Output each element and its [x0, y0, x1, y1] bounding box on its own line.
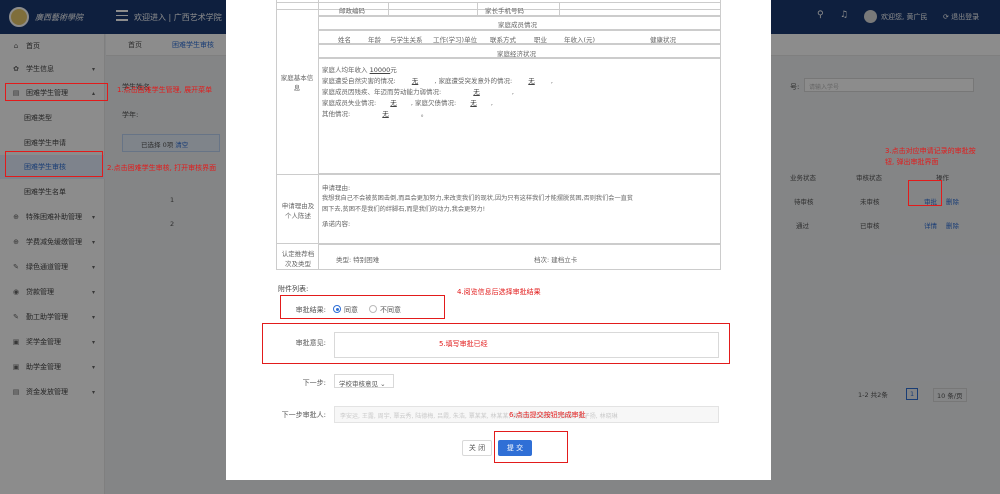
- family-members-header: 家庭成员情况: [498, 21, 537, 29]
- col-work: 工作(学习)单位: [433, 36, 478, 44]
- level-value: 建档立卡: [551, 256, 578, 264]
- col-job: 职业: [534, 36, 547, 44]
- annotation-step-3a: 3.点击对应申请记录的审批按: [885, 147, 976, 155]
- level-label: 档次:: [534, 256, 550, 264]
- col-name: 姓名: [338, 36, 351, 44]
- annotation-box-opinion: [262, 323, 730, 364]
- next-step-select[interactable]: 学校审核意见 ⌄: [334, 374, 394, 388]
- chevron-down-icon: ⌄: [380, 380, 386, 388]
- annotation-step-5: 5.填写审批已经: [439, 340, 488, 348]
- next-step-value: 学校审核意见: [339, 380, 378, 388]
- economic-header: 家庭经济状况: [497, 50, 536, 58]
- close-button[interactable]: 关 闭: [462, 440, 492, 456]
- annotation-box-result: [280, 295, 445, 319]
- annotation-box-approve: [908, 180, 942, 206]
- economic-cell: [318, 58, 721, 174]
- annotation-step-1: 1.点击困难学生管理, 展开菜单: [117, 86, 213, 94]
- col-contact: 联系方式: [490, 36, 516, 44]
- next-step-label: 下一步:: [302, 379, 326, 387]
- family-basic-label: 家庭基本信息: [280, 74, 314, 92]
- annotation-box-review-menu: [5, 151, 103, 177]
- annotation-step-6: 6.点击提交按钮完成审批: [509, 411, 586, 419]
- col-relation: 与学生关系: [390, 36, 423, 44]
- col-age: 年龄: [368, 36, 381, 44]
- reason-text-2: 困下去,贫困不是我们的绊脚石,而是我们的动力,我会更努力!: [322, 206, 486, 213]
- postcode-value-cell: [388, 2, 478, 16]
- type-label: 类型:: [336, 256, 352, 264]
- type-line: 类型: 特别困难: [336, 254, 379, 264]
- phone-value-cell: [559, 2, 721, 16]
- approval-dialog: 邮政编码 家长手机号码 家庭成员情况 姓名 年龄 与学生关系 工作(学习)单位 …: [226, 0, 771, 480]
- reason-label: 申请理由及个人陈述: [281, 202, 315, 220]
- annotation-step-2: 2.点击困难学生审核, 打开审核界面: [107, 164, 217, 172]
- col-income: 年收入(元): [564, 36, 596, 44]
- parent-phone-label: 家长手机号码: [485, 7, 524, 15]
- postcode-label: 邮政编码: [339, 7, 365, 15]
- annotation-step-4: 4.阅览信息后选择审批结果: [457, 288, 541, 296]
- reason-text-1: 我想我自己不会被贫困击倒,而且会更加努力,来改变我们的现状,因为只有这样我们才能…: [322, 195, 634, 202]
- next-approver-label: 下一步审批人:: [281, 411, 326, 419]
- annotation-box-hardship-menu: [5, 83, 108, 101]
- recommend-label: 认定推荐档次及类型: [281, 250, 315, 268]
- annotation-box-submit: [494, 431, 568, 463]
- level-line: 档次: 建档立卡: [534, 254, 577, 264]
- annotation-step-3b: 钮, 弹出审批界面: [885, 158, 939, 166]
- promise-label: 承诺内容:: [322, 220, 351, 228]
- col-health: 健康状况: [650, 36, 676, 44]
- attachments-label: 附件列表:: [278, 285, 309, 293]
- type-value: 特别困难: [353, 256, 380, 264]
- reason-title: 申请理由:: [322, 184, 351, 192]
